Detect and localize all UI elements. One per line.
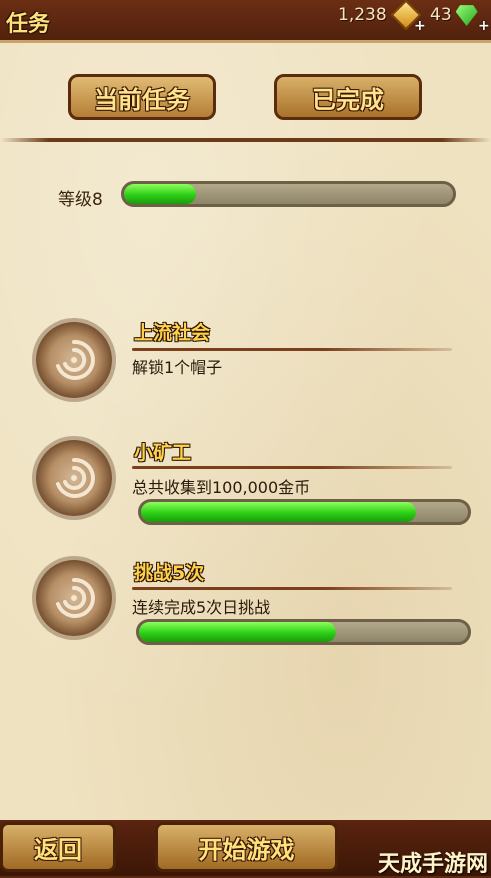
add-coins-icon[interactable]: + [414, 18, 426, 34]
task-description: 解锁1个帽子 [132, 358, 223, 377]
task-medal-icon [36, 322, 112, 398]
level-label: 等级8 [58, 190, 103, 210]
task-divider [132, 587, 452, 590]
task-progress-bar [138, 499, 471, 525]
parchment-panel [0, 40, 491, 826]
level-progress-bar [121, 181, 456, 207]
coin-counter[interactable]: 1,238 + [338, 0, 426, 34]
task-title: 挑战5次 [134, 562, 205, 584]
divider [0, 138, 491, 142]
task-progress-bar [136, 619, 471, 645]
top-bar: 任务 1,238 + 43 + [0, 0, 491, 44]
task-title: 小矿工 [134, 442, 192, 464]
task-description: 总共收集到100,000金币 [132, 478, 311, 497]
task-description: 连续完成5次日挑战 [132, 598, 271, 617]
start-game-button[interactable]: 开始游戏 [155, 822, 338, 872]
back-button[interactable]: 返回 [0, 822, 116, 872]
task-medal-icon [36, 440, 112, 516]
coin-count: 1,238 [338, 5, 387, 25]
page-title: 任务 [6, 12, 51, 37]
gem-count: 43 [430, 5, 452, 25]
tab-completed[interactable]: 已完成 [274, 74, 422, 120]
task-progress-fill [139, 622, 337, 642]
green-gem-icon [455, 5, 478, 26]
task-title: 上流社会 [134, 322, 211, 344]
gem-counter[interactable]: 43 + [430, 4, 490, 34]
level-progress-fill [124, 184, 197, 204]
watermark-text: 天成手游网 [378, 852, 489, 877]
add-gems-icon[interactable]: + [478, 18, 490, 34]
task-divider [132, 466, 452, 469]
task-divider [132, 348, 452, 351]
tab-current-tasks[interactable]: 当前任务 [68, 74, 216, 120]
task-medal-icon [36, 560, 112, 636]
task-progress-fill [141, 502, 416, 522]
